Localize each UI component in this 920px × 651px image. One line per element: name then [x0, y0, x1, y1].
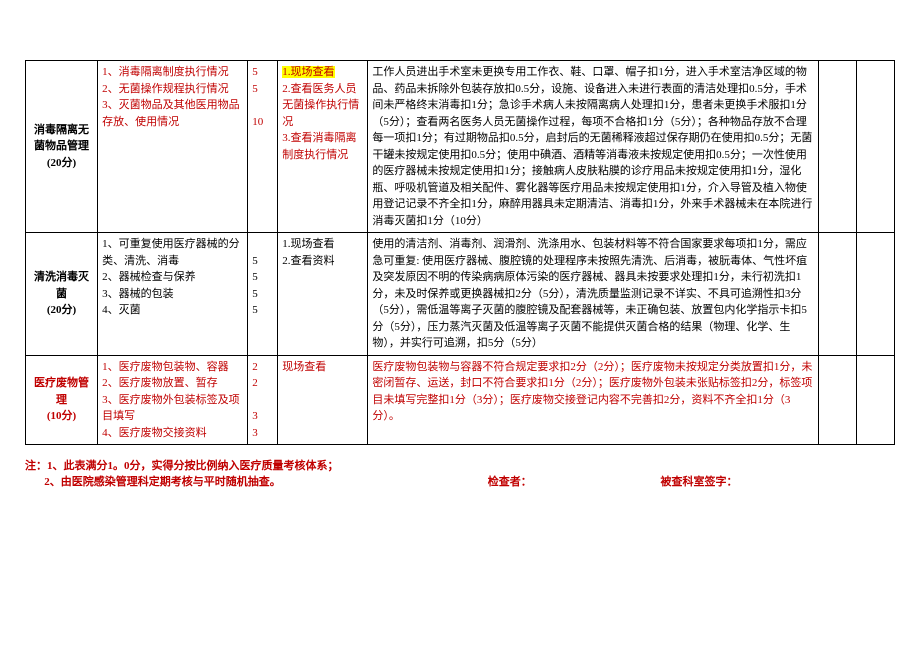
category-cell: 医疗废物管理(10分) [26, 355, 98, 445]
dept-sign-label: 被查科室签字： [661, 473, 861, 489]
points-cell: 2233 [248, 355, 278, 445]
remark-cell [856, 233, 894, 356]
points-cell: 5555 [248, 233, 278, 356]
standard-cell: 使用的清洁剂、消毒剂、润滑剂、洗涤用水、包装材料等不符合国家要求每项扣1分，需应… [368, 233, 819, 356]
score-cell [818, 355, 856, 445]
category-cell: 消毒隔离无菌物品管理(20分) [26, 61, 98, 233]
points-cell: 5510 [248, 61, 278, 233]
remark-cell [856, 355, 894, 445]
method-cell: 1.现场查看2.查看医务人员无菌操作执行情况3.查看消毒隔离制度执行情况 [278, 61, 368, 233]
standard-cell: 医疗废物包装物与容器不符合规定要求扣2分（2分）；医疗废物未按规定分类放置扣1分… [368, 355, 819, 445]
score-cell [818, 61, 856, 233]
items-cell: 1、消毒隔离制度执行情况2、无菌操作规程执行情况3、灭菌物品及其他医用物品存放、… [98, 61, 248, 233]
score-cell [818, 233, 856, 356]
assessment-table: 消毒隔离无菌物品管理(20分)1、消毒隔离制度执行情况2、无菌操作规程执行情况3… [25, 60, 895, 445]
category-cell: 清洗消毒灭菌(20分) [26, 233, 98, 356]
method-cell: 1.现场查看2.查看资料 [278, 233, 368, 356]
remark-cell [856, 61, 894, 233]
checker-label: 检查者： [488, 473, 658, 489]
method-cell: 现场查看 [278, 355, 368, 445]
footer-notes: 注：1、此表满分1。0分，实得分按比例纳入医疗质量考核体系； 2、由医院感染管理… [25, 457, 895, 489]
items-cell: 1、医疗废物包装物、容器2、医疗废物放置、暂存3、医疗废物外包装标签及项目填写4… [98, 355, 248, 445]
standard-cell: 工作人员进出手术室未更换专用工作衣、鞋、口罩、帽子扣1分，进入手术室洁净区域的物… [368, 61, 819, 233]
items-cell: 1、可重复使用医疗器械的分类、清洗、消毒2、器械检查与保养3、器械的包装4、灭菌 [98, 233, 248, 356]
note-text: 注：1、此表满分1。0分，实得分按比例纳入医疗质量考核体系； 2、由医院感染管理… [25, 457, 485, 489]
